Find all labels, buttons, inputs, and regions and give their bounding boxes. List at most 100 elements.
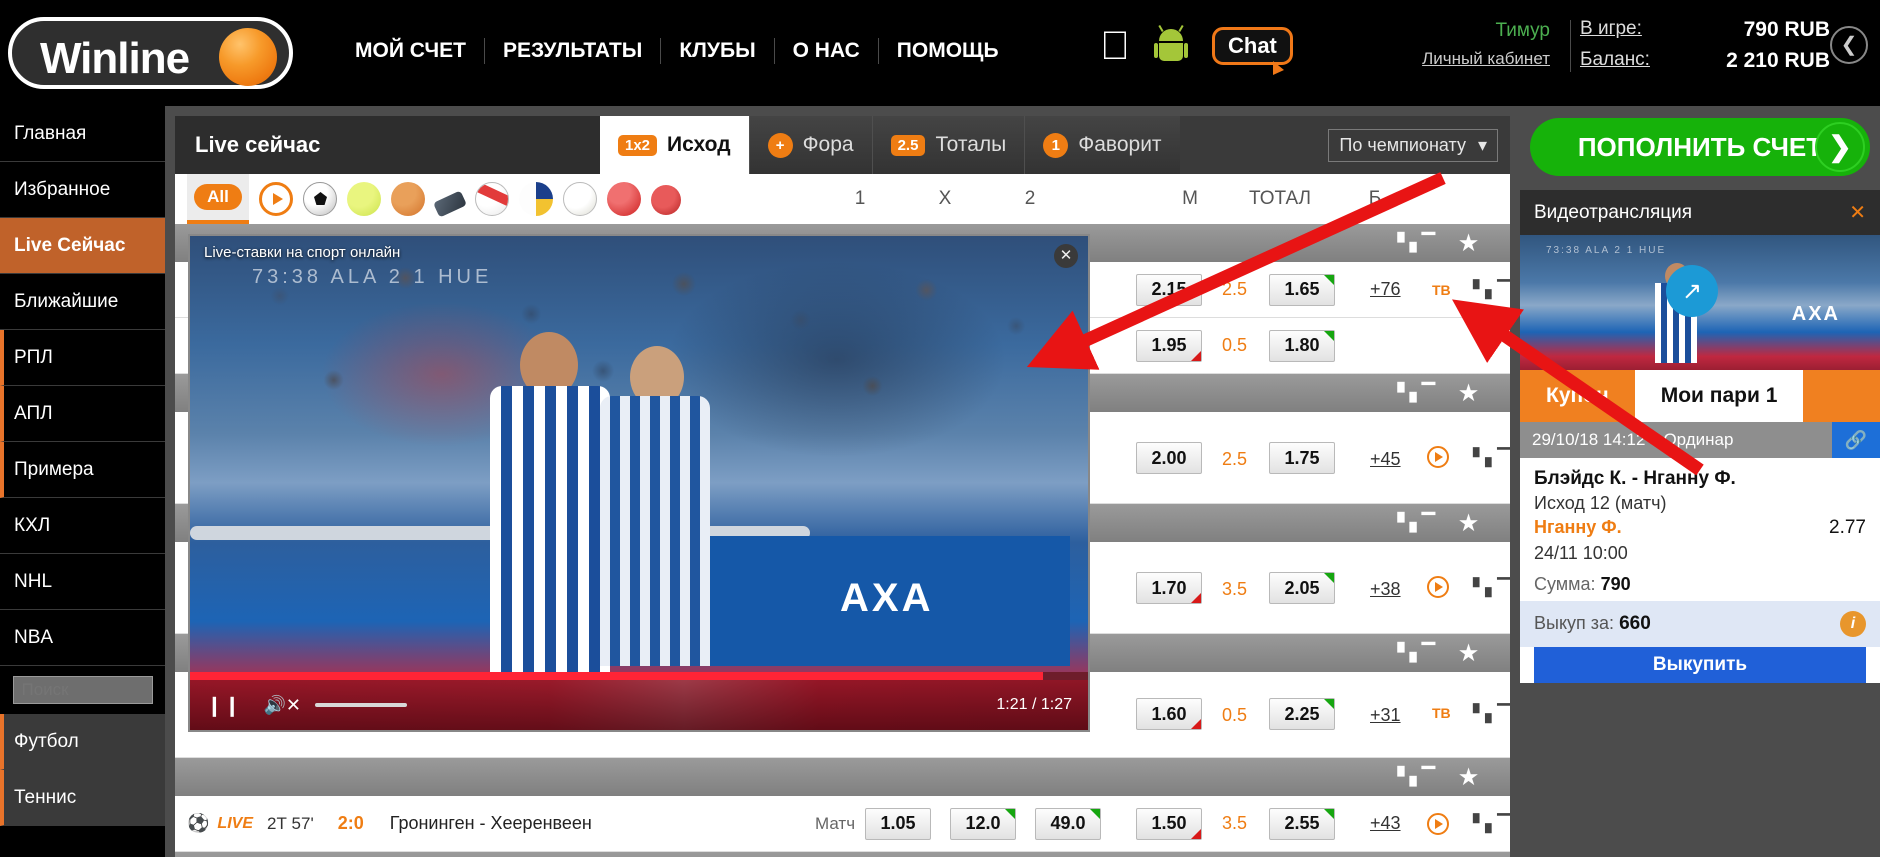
table-tennis-icon[interactable] (651, 185, 681, 215)
popout-icon[interactable]: ↗ (1666, 265, 1718, 317)
football-icon[interactable] (303, 182, 337, 216)
video-player-overlay[interactable]: AXA Live-ставки на спорт онлайн 73:38 AL… (188, 234, 1090, 732)
sort-select[interactable]: По чемпионату ▾ (1328, 128, 1498, 162)
odd-button[interactable]: 1.70 (1136, 572, 1202, 604)
more-markets-link[interactable]: +45 (1370, 449, 1401, 470)
filter-all-button[interactable]: All (187, 174, 249, 224)
sidebar-item-nhl[interactable]: NHL (0, 554, 165, 610)
tab-totals[interactable]: 2.5 Тоталы (871, 116, 1025, 174)
sidebar-item-favorites[interactable]: Избранное (0, 162, 165, 218)
stats-icon[interactable]: ▘▖▔ (1473, 280, 1510, 300)
odd-button[interactable]: 1.95 (1136, 329, 1202, 362)
volleyball-icon[interactable] (519, 182, 553, 216)
sidebar-item-apl[interactable]: АПЛ (0, 386, 165, 442)
tennis-icon[interactable] (347, 182, 381, 216)
video-icon[interactable] (259, 182, 293, 216)
odd-button-x[interactable]: 12.0 (950, 807, 1016, 840)
video-seek-bar[interactable] (190, 672, 1088, 680)
odd-button-2[interactable]: 49.0 (1035, 807, 1101, 840)
stats-icon[interactable]: ▘▖▔ (1398, 233, 1435, 253)
sidebar-item-primera[interactable]: Примера (0, 442, 165, 498)
sidebar-item-live-now[interactable]: Live Сейчас (0, 218, 165, 274)
tab-my-bets[interactable]: Мои пари 1 (1634, 370, 1804, 422)
odd-button-m[interactable]: 1.50 (1136, 807, 1202, 840)
favorite-star-icon[interactable]: ★ (1459, 381, 1478, 406)
close-icon[interactable]: ✕ (1054, 244, 1078, 268)
odd-button-b[interactable]: 2.55 (1269, 807, 1335, 840)
personal-cabinet-link[interactable]: Личный кабинет (1370, 49, 1550, 69)
odd-button[interactable]: 1.80 (1269, 329, 1335, 362)
favorite-star-icon[interactable]: ★ (1459, 231, 1478, 256)
in-game-label[interactable]: В игре: (1580, 18, 1642, 42)
odd-button[interactable]: 1.65 (1269, 273, 1335, 306)
chat-button[interactable]: Chat (1212, 27, 1293, 75)
league-header[interactable]: ▘▖▔ ★ (175, 758, 1510, 796)
cricket-icon[interactable] (607, 182, 641, 216)
baseball-icon[interactable] (563, 182, 597, 216)
hockey-icon[interactable] (433, 189, 467, 218)
mute-icon[interactable]: 🔊✕ (264, 695, 302, 716)
close-icon[interactable]: ✕ (1849, 200, 1866, 225)
more-markets-link[interactable]: +31 (1370, 705, 1401, 726)
chevron-right-icon[interactable]: ❯ (1815, 122, 1865, 172)
nav-item-results[interactable]: РЕЗУЛЬТАТЫ (485, 37, 662, 64)
sidebar-item-khl[interactable]: КХЛ (0, 498, 165, 554)
share-icon[interactable]: 🔗 (1832, 422, 1880, 458)
stats-icon[interactable]: ▘▖▔ (1473, 448, 1510, 468)
table-row-featured[interactable]: ⚽ LIVE 2Т 57' 2:0 Гронинген - Хееренвеен… (175, 796, 1510, 852)
apple-icon[interactable]:  (1100, 24, 1130, 68)
stats-icon[interactable]: ▘▖▔ (1398, 767, 1435, 787)
league-header-bottom[interactable]: ▾ LIVE, ДАНИЯ, СУПЕРЛИГА ▘▖▔ ★ (175, 852, 1510, 857)
stats-icon[interactable]: ▘▖▔ (1473, 814, 1510, 834)
sidebar-item-football[interactable]: Футбол (0, 714, 165, 770)
more-markets-link[interactable]: +76 (1370, 279, 1401, 300)
stats-icon[interactable]: ▘▖▔ (1398, 383, 1435, 403)
odd-button[interactable]: 2.05 (1269, 572, 1335, 604)
sidebar-item-nba[interactable]: NBA (0, 610, 165, 666)
favorite-star-icon[interactable]: ★ (1459, 765, 1478, 790)
video-icon[interactable] (1427, 576, 1449, 598)
search-input[interactable] (12, 676, 153, 704)
odd-button[interactable]: 2.00 (1136, 442, 1202, 474)
tab-coupon[interactable]: Купон (1520, 370, 1635, 422)
stats-icon[interactable]: ▘▖▔ (1398, 643, 1435, 663)
cashout-button[interactable]: Выкупить (1534, 647, 1866, 683)
sidebar-item-rpl[interactable]: РПЛ (0, 330, 165, 386)
tv-icon[interactable]: TB (1432, 705, 1451, 721)
tab-fora[interactable]: + Фора (748, 116, 872, 174)
nav-item-help[interactable]: ПОМОЩЬ (879, 38, 1017, 64)
info-icon[interactable]: i (1840, 611, 1866, 637)
nav-item-account[interactable]: МОЙ СЧЕТ (337, 37, 485, 64)
odd-button[interactable]: 1.75 (1269, 442, 1335, 474)
video-icon[interactable] (1427, 812, 1449, 835)
tv-icon[interactable]: TB (1432, 282, 1451, 298)
volume-slider[interactable] (315, 703, 408, 707)
stats-icon[interactable]: ▘▖▔ (1473, 704, 1510, 724)
deposit-button[interactable]: ПОПОЛНИТЬ СЧЕТ ❯ (1530, 118, 1870, 176)
stats-icon[interactable]: ▘▖▔ (1473, 578, 1510, 598)
stats-icon[interactable]: ▘▖▔ (1398, 513, 1435, 533)
nav-item-about[interactable]: О НАС (775, 37, 879, 64)
sidebar-item-upcoming[interactable]: Ближайшие (0, 274, 165, 330)
basketball-icon[interactable] (391, 182, 425, 216)
chevron-left-icon[interactable]: ❮ (1830, 26, 1868, 64)
tab-favorite[interactable]: 1 Фаворит (1024, 116, 1180, 174)
video-icon[interactable] (1427, 446, 1449, 468)
odd-button-1[interactable]: 1.05 (865, 807, 931, 840)
more-markets-link[interactable]: +43 (1370, 813, 1401, 834)
match-teams[interactable]: Гронинген - Хееренвеен (390, 813, 592, 834)
odd-button[interactable]: 1.60 (1136, 698, 1202, 730)
nav-item-clubs[interactable]: КЛУБЫ (661, 37, 775, 64)
sidebar-item-home[interactable]: Главная (0, 106, 165, 162)
android-icon[interactable] (1154, 24, 1188, 63)
favorite-star-icon[interactable]: ★ (1459, 641, 1478, 666)
pause-icon[interactable]: ❙❙ (206, 693, 242, 718)
more-markets-link[interactable]: +38 (1370, 579, 1401, 600)
handball-icon[interactable] (475, 182, 509, 216)
balance-label[interactable]: Баланс: (1580, 49, 1650, 73)
favorite-star-icon[interactable]: ★ (1459, 511, 1478, 536)
tab-ishod[interactable]: 1x2 Исход (600, 116, 749, 174)
sidebar-item-tennis[interactable]: Теннис (0, 770, 165, 826)
winline-logo[interactable]: Winline (8, 17, 293, 89)
odd-button[interactable]: 2.25 (1269, 698, 1335, 730)
